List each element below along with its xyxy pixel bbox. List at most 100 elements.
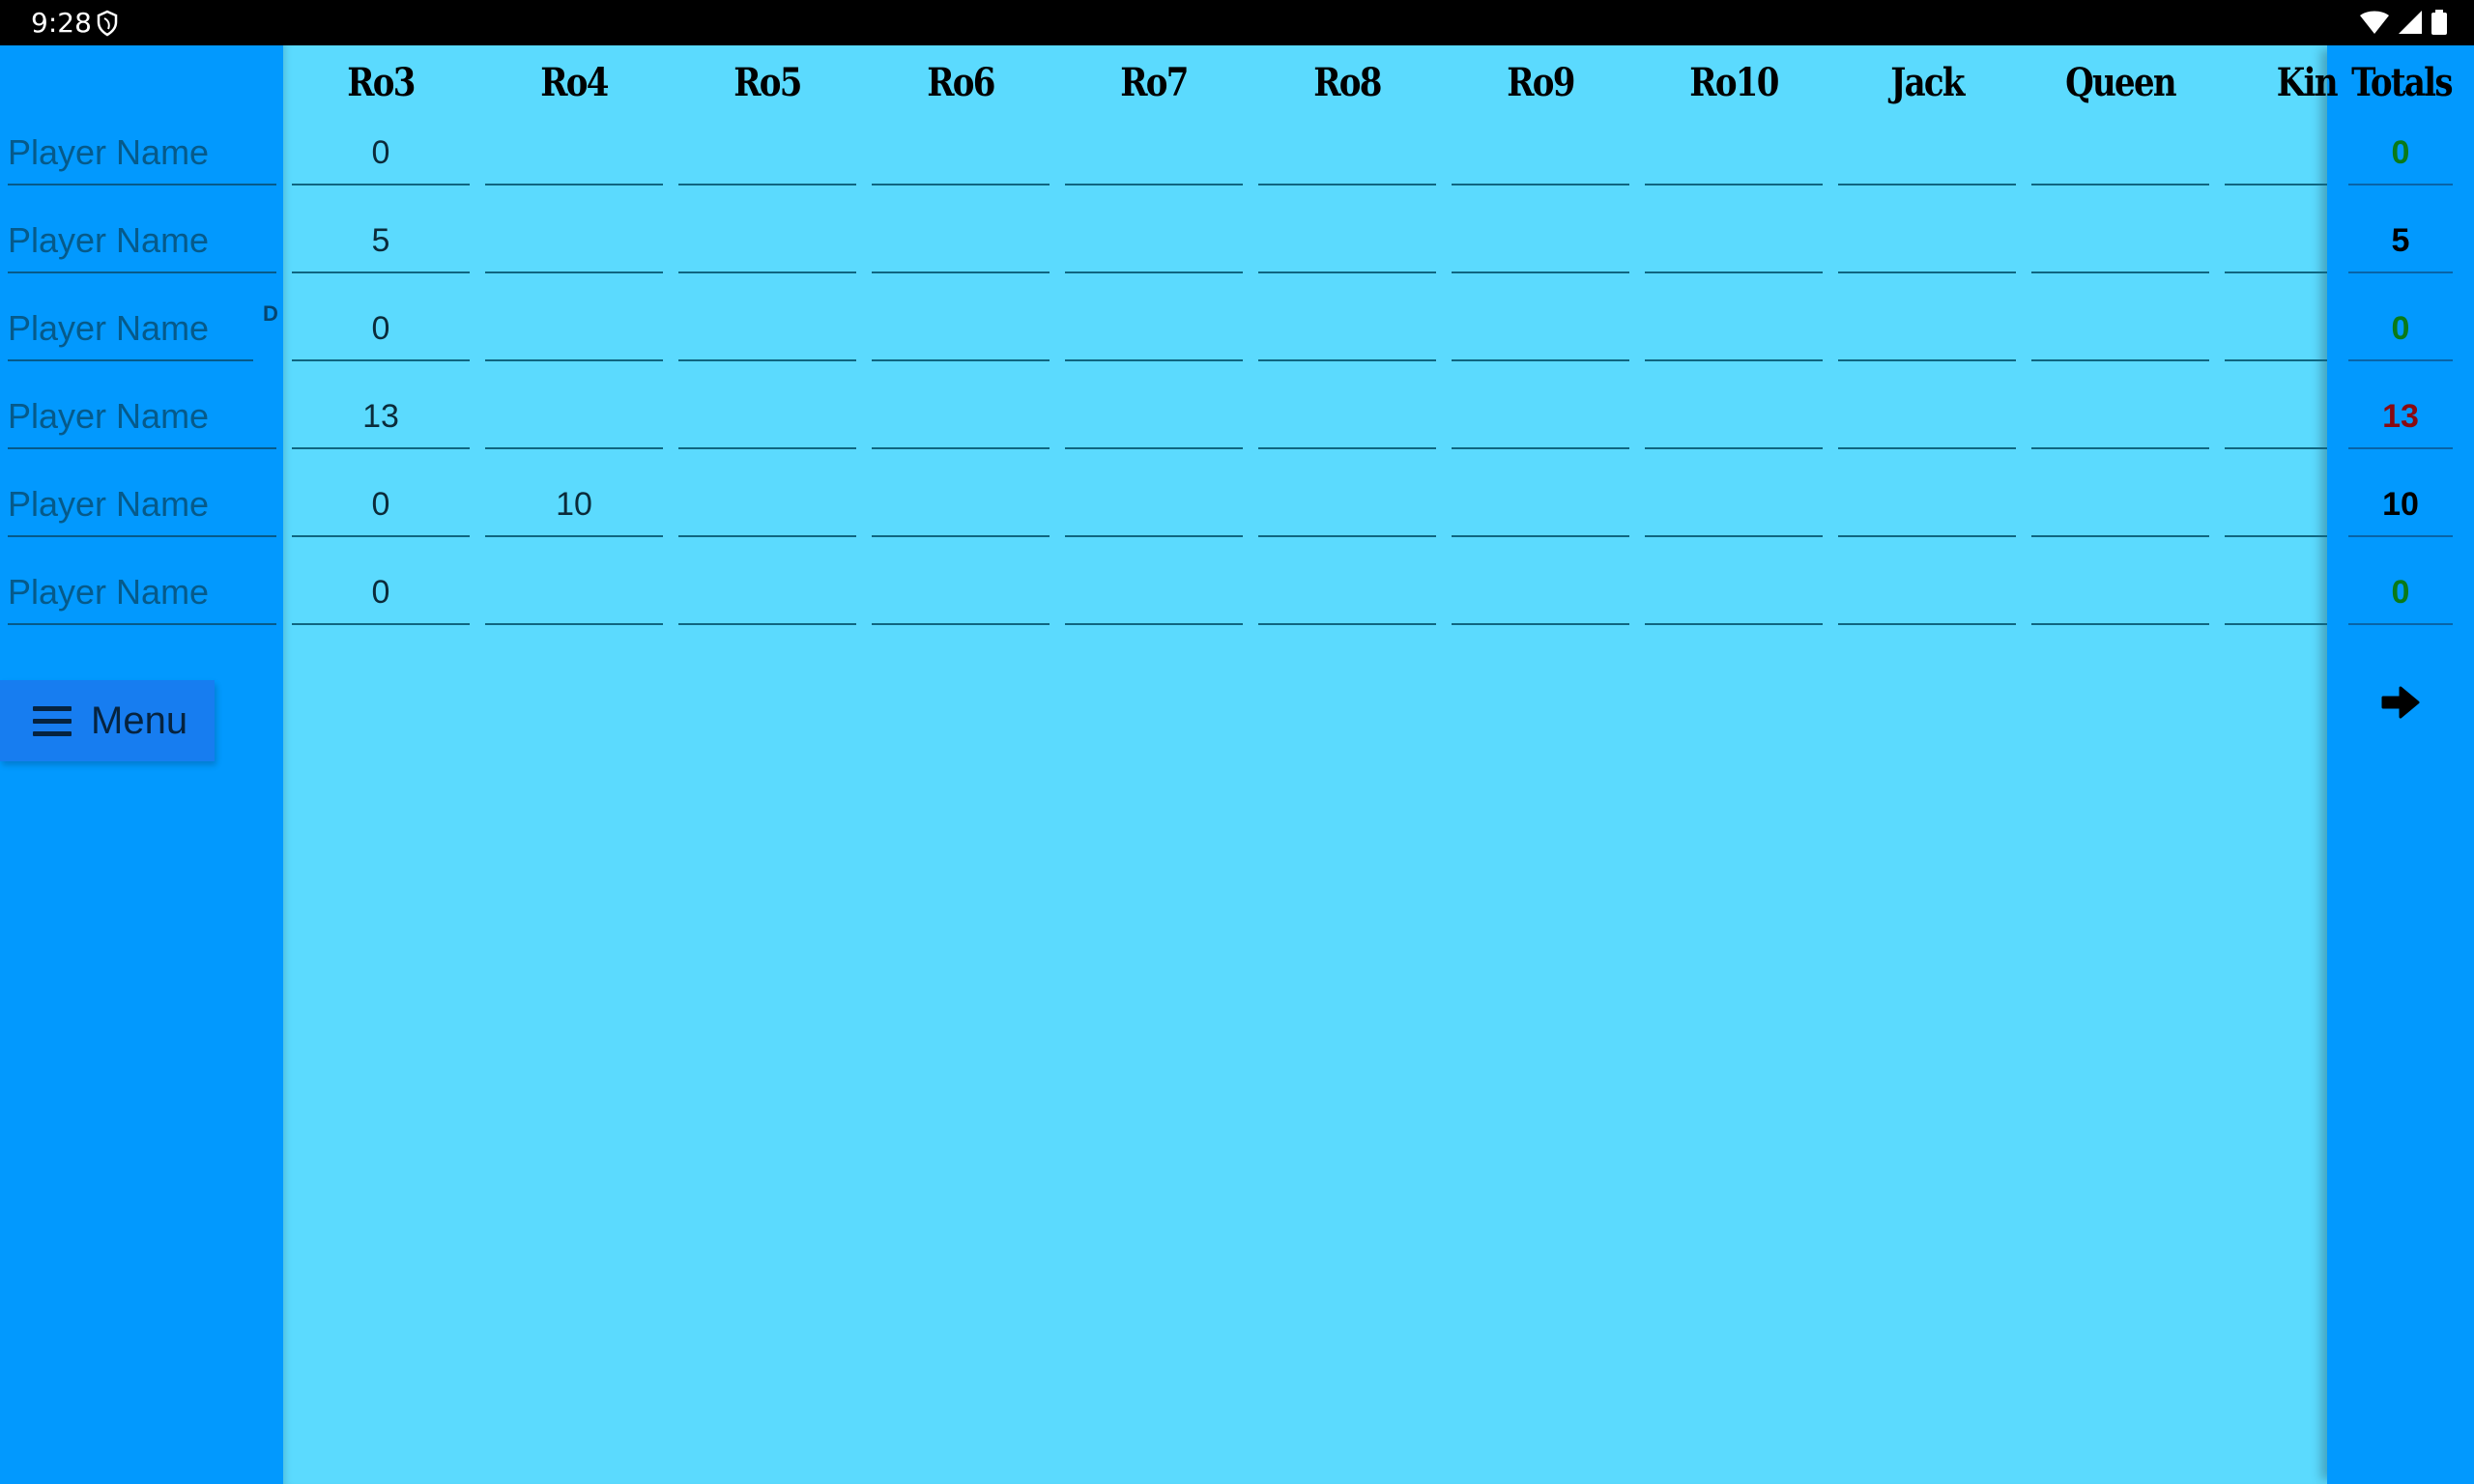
column-header: Ro3: [347, 60, 416, 105]
column-header: Queen: [2065, 60, 2177, 105]
score-input[interactable]: [485, 301, 663, 361]
score-input[interactable]: [2031, 126, 2209, 186]
score-input[interactable]: [1645, 389, 1823, 449]
score-input[interactable]: [485, 126, 663, 186]
hamburger-icon: [33, 705, 72, 736]
score-input[interactable]: [1258, 477, 1436, 537]
column-header: Ro8: [1313, 60, 1382, 105]
score-input[interactable]: 10: [485, 477, 663, 537]
column-header: Jack: [1890, 60, 1965, 105]
score-input[interactable]: [2225, 565, 2327, 625]
score-input[interactable]: 0: [292, 565, 470, 625]
score-input[interactable]: [678, 389, 856, 449]
status-time: 9:28: [31, 7, 92, 39]
player-name-input[interactable]: Player Name: [8, 565, 276, 625]
score-input[interactable]: [1645, 477, 1823, 537]
score-input[interactable]: [1838, 389, 2016, 449]
score-input[interactable]: [2031, 389, 2209, 449]
score-input[interactable]: [872, 301, 1050, 361]
menu-button[interactable]: Menu: [0, 680, 215, 761]
system-icons: [2360, 10, 2447, 35]
player-total: 10: [2348, 477, 2453, 537]
score-input[interactable]: [2225, 389, 2327, 449]
player-name-input[interactable]: Player Name: [8, 126, 276, 186]
score-input[interactable]: [1452, 301, 1629, 361]
score-input[interactable]: [2225, 126, 2327, 186]
column-header: Ro6: [927, 60, 995, 105]
player-total: 0: [2348, 301, 2453, 361]
score-input[interactable]: [1452, 126, 1629, 186]
score-input[interactable]: [872, 477, 1050, 537]
score-input[interactable]: [485, 389, 663, 449]
score-input[interactable]: [678, 126, 856, 186]
score-input[interactable]: 5: [292, 214, 470, 273]
score-input[interactable]: [2225, 214, 2327, 273]
score-input[interactable]: [1645, 126, 1823, 186]
score-input[interactable]: [678, 214, 856, 273]
player-name-input[interactable]: Player Name: [8, 389, 276, 449]
score-input[interactable]: [1645, 565, 1823, 625]
column-header: Ro9: [1507, 60, 1575, 105]
score-input[interactable]: [2225, 477, 2327, 537]
player-name-input[interactable]: Player Name: [8, 301, 253, 361]
score-input[interactable]: [872, 565, 1050, 625]
column-header: Ro4: [540, 60, 609, 105]
player-total: 5: [2348, 214, 2453, 273]
score-input[interactable]: [2225, 301, 2327, 361]
score-input[interactable]: [1645, 214, 1823, 273]
dealer-marker: D: [263, 301, 278, 326]
score-input[interactable]: 0: [292, 301, 470, 361]
score-input[interactable]: [678, 477, 856, 537]
score-input[interactable]: [1258, 565, 1436, 625]
score-input[interactable]: [485, 565, 663, 625]
score-input[interactable]: [1258, 126, 1436, 186]
score-input[interactable]: [872, 214, 1050, 273]
score-input[interactable]: [1065, 477, 1243, 537]
score-input[interactable]: [678, 301, 856, 361]
score-input[interactable]: [1452, 565, 1629, 625]
player-total: 0: [2348, 126, 2453, 186]
score-input[interactable]: [1065, 301, 1243, 361]
score-input[interactable]: [1838, 301, 2016, 361]
score-input[interactable]: [1065, 565, 1243, 625]
column-header: Ro5: [734, 60, 802, 105]
player-name-input[interactable]: Player Name: [8, 477, 276, 537]
score-input[interactable]: [1065, 389, 1243, 449]
totals-header: Totals: [2351, 60, 2453, 105]
player-total: 13: [2348, 389, 2453, 449]
score-input[interactable]: [2031, 565, 2209, 625]
score-input[interactable]: 13: [292, 389, 470, 449]
column-header: Ro10: [1689, 60, 1779, 105]
player-total: 0: [2348, 565, 2453, 625]
score-input[interactable]: [1452, 389, 1629, 449]
score-input[interactable]: [1065, 126, 1243, 186]
status-bar: 9:28: [0, 0, 2474, 45]
player-name-input[interactable]: Player Name: [8, 214, 276, 273]
score-input[interactable]: [1452, 477, 1629, 537]
score-input[interactable]: [2031, 214, 2209, 273]
score-input[interactable]: 0: [292, 477, 470, 537]
score-input[interactable]: [678, 565, 856, 625]
score-input[interactable]: 0: [292, 126, 470, 186]
score-input[interactable]: [1452, 214, 1629, 273]
score-input[interactable]: [872, 389, 1050, 449]
wifi-icon: [2360, 11, 2389, 34]
score-input[interactable]: [1838, 565, 2016, 625]
score-input[interactable]: [1258, 214, 1436, 273]
score-input[interactable]: [1838, 214, 2016, 273]
score-input[interactable]: [485, 214, 663, 273]
score-input[interactable]: [1838, 477, 2016, 537]
score-input[interactable]: [1645, 301, 1823, 361]
score-input[interactable]: [1838, 126, 2016, 186]
score-input[interactable]: [2031, 477, 2209, 537]
score-input[interactable]: [2031, 301, 2209, 361]
score-input[interactable]: [1065, 214, 1243, 273]
signal-icon: [2399, 11, 2422, 34]
column-header: Ro7: [1120, 60, 1189, 105]
score-input[interactable]: [1258, 301, 1436, 361]
score-input[interactable]: [1258, 389, 1436, 449]
score-input[interactable]: [872, 126, 1050, 186]
menu-button-label: Menu: [91, 699, 188, 742]
arrow-right-icon[interactable]: [2381, 686, 2420, 719]
shield-icon: [97, 10, 118, 37]
